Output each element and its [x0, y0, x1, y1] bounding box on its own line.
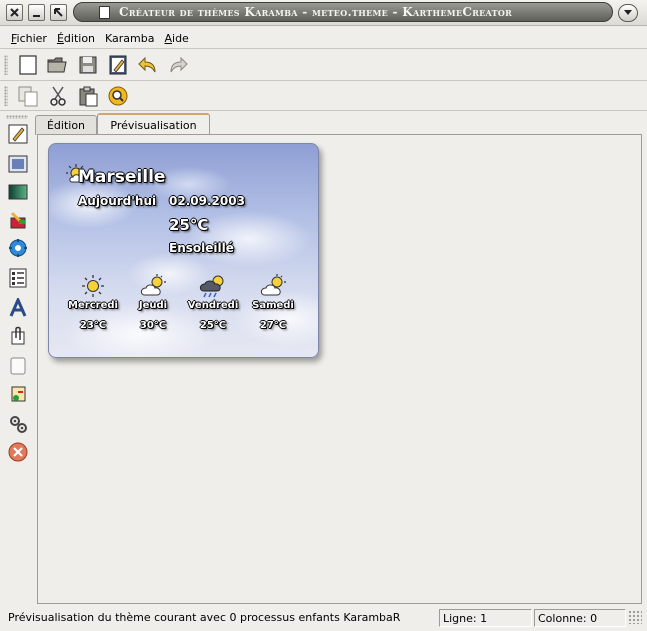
pencil-icon: [8, 124, 28, 144]
text-icon: [9, 298, 27, 317]
text-tool-button[interactable]: [7, 297, 29, 319]
new-file-button[interactable]: [16, 53, 40, 77]
sun-icon: [82, 275, 104, 297]
maximize-window-button[interactable]: [50, 4, 67, 21]
tab-edition[interactable]: Édition: [35, 115, 97, 135]
chevron-down-icon: [624, 10, 632, 15]
resize-grip[interactable]: [628, 610, 642, 624]
forecast-day: Samedi 27°C: [243, 274, 303, 334]
forecast-day-temp: 23°C: [79, 320, 107, 331]
copy-button[interactable]: [16, 84, 40, 108]
weather-theme-preview[interactable]: Marseille Aujourd'hui 02.09.2003 25°C En…: [48, 143, 319, 358]
paperclip-icon: [11, 326, 25, 345]
image-icon: [8, 155, 28, 173]
forecast-day-name: Samedi: [252, 300, 294, 311]
close-window-button[interactable]: [6, 4, 23, 21]
maximize-icon: [54, 8, 63, 17]
today-label: Aujourd'hui: [78, 194, 157, 208]
list-tool-button[interactable]: [7, 267, 29, 289]
forecast-day-temp: 27°C: [259, 320, 287, 331]
find-button[interactable]: [106, 84, 130, 108]
gradient-icon: [8, 184, 28, 200]
configure-tool-button[interactable]: [7, 413, 29, 435]
scissors-icon: [50, 86, 66, 106]
menu-aide[interactable]: Aide: [163, 32, 189, 45]
toolbar-grip[interactable]: [4, 86, 8, 106]
blank-tool-button[interactable]: [7, 355, 29, 377]
blank-page-icon: [10, 357, 26, 375]
status-line: Ligne: 1: [439, 609, 532, 627]
program-tool-button[interactable]: [7, 383, 29, 405]
sun-cloud-icon: [260, 274, 286, 296]
menu-bar: Fichier Édition Karamba Aide: [0, 28, 647, 48]
search-icon: [108, 86, 128, 106]
clipboard-icon: [79, 86, 98, 107]
main-toolbar: [0, 50, 647, 80]
open-file-button[interactable]: [46, 53, 70, 77]
menu-edition[interactable]: Édition: [56, 32, 96, 45]
paint-brush-icon: [10, 211, 26, 229]
program-icon: [11, 386, 26, 402]
window-menu-button[interactable]: [618, 4, 638, 22]
title-bar: Créateur de thèmes Karamba - meteo.theme…: [0, 0, 647, 26]
cut-button[interactable]: [46, 84, 70, 108]
status-message: Prévisualisation du thème courant avec 0…: [8, 611, 401, 624]
menu-fichier[interactable]: Fichier: [10, 32, 48, 45]
widget-toolbar: [0, 115, 34, 605]
toolbar-separator: [0, 110, 647, 111]
edit-theme-button[interactable]: [106, 53, 130, 77]
minimize-window-button[interactable]: [28, 4, 45, 21]
delete-tool-button[interactable]: [7, 441, 29, 463]
image-tool-button[interactable]: [7, 153, 29, 175]
settings-tool-button[interactable]: [7, 237, 29, 259]
menu-separator: [0, 48, 647, 49]
redo-button[interactable]: [166, 53, 190, 77]
tab-previsualisation[interactable]: Prévisualisation: [97, 113, 210, 136]
today-date: 02.09.2003: [169, 194, 245, 208]
paint-tool-button[interactable]: [7, 209, 29, 231]
forecast-day: Vendredi 25°C: [183, 274, 243, 334]
edit-document-icon: [109, 55, 127, 75]
toolbar-grip[interactable]: [6, 115, 28, 119]
new-file-icon: [19, 55, 37, 75]
today-condition: Ensoleillé: [169, 241, 234, 255]
sun-cloud-icon: [140, 274, 166, 296]
window-title: Créateur de thèmes Karamba - meteo.theme…: [119, 5, 513, 19]
redo-icon: [170, 56, 188, 73]
status-column: Colonne: 0: [534, 609, 626, 627]
edit-tool-button[interactable]: [7, 123, 29, 145]
forecast-day-name: Jeudi: [138, 300, 168, 311]
gradient-tool-button[interactable]: [7, 181, 29, 203]
undo-button[interactable]: [136, 53, 160, 77]
close-icon: [10, 8, 19, 17]
minimize-icon: [33, 15, 40, 17]
edit-toolbar: [0, 81, 647, 111]
forecast-day: Jeudi 30°C: [123, 274, 183, 334]
save-button[interactable]: [76, 53, 100, 77]
attach-tool-button[interactable]: [7, 325, 29, 347]
toolbar-grip[interactable]: [4, 55, 8, 75]
forecast-day-name: Mercredi: [68, 300, 118, 311]
gear-icon: [9, 239, 27, 257]
forecast-day-temp: 30°C: [139, 320, 167, 331]
document-icon: [99, 6, 110, 19]
forecast-day: Mercredi 23°C: [63, 274, 123, 334]
folder-open-icon: [47, 57, 67, 73]
forecast-day-name: Vendredi: [187, 300, 239, 311]
menu-karamba[interactable]: Karamba: [104, 32, 155, 45]
close-circle-icon: [8, 442, 28, 462]
window-title-pill[interactable]: Créateur de thèmes Karamba - meteo.theme…: [73, 2, 613, 22]
paste-button[interactable]: [76, 84, 100, 108]
forecast-day-temp: 25°C: [199, 320, 227, 331]
tab-bar: Édition Prévisualisation: [35, 113, 640, 136]
list-icon: [9, 268, 27, 288]
status-bar: Prévisualisation du thème courant avec 0…: [0, 606, 647, 631]
undo-icon: [138, 56, 156, 73]
city-name: Marseille: [78, 167, 166, 187]
copy-icon: [18, 86, 38, 107]
rain-cloud-icon: [199, 275, 224, 298]
today-temperature: 25°C: [169, 216, 209, 234]
floppy-icon: [79, 56, 97, 74]
gears-icon: [10, 416, 27, 433]
